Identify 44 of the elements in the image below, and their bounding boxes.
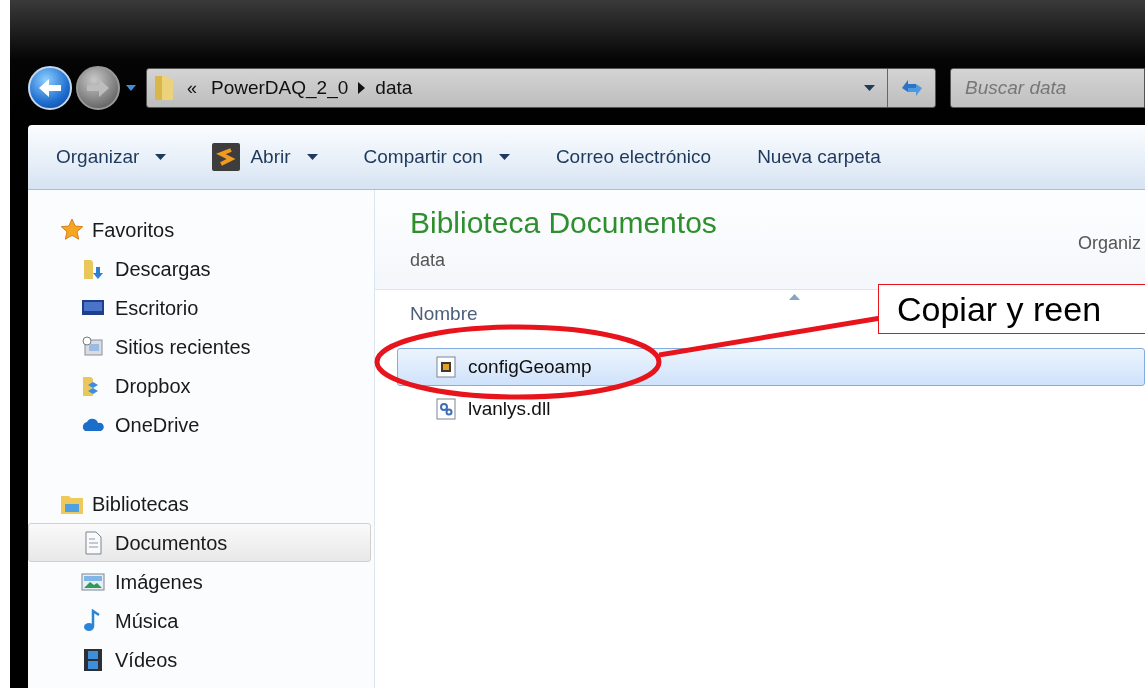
toolbar-button[interactable]: Compartir con bbox=[353, 142, 520, 172]
file-row[interactable]: configGeoamp bbox=[397, 348, 1145, 386]
breadcrumb-overflow[interactable]: « bbox=[187, 74, 197, 102]
nav-item[interactable]: Dropbox bbox=[28, 366, 371, 405]
breadcrumb-item[interactable]: PowerDAQ_2_0 bbox=[211, 73, 349, 103]
callout-text: Copiar y reen bbox=[897, 288, 1102, 330]
nav-item[interactable]: Descargas bbox=[28, 249, 371, 288]
arrange-by-label[interactable]: Organiz bbox=[1077, 230, 1141, 257]
column-header[interactable]: Nombre bbox=[375, 290, 800, 338]
dropdown-caret-icon bbox=[126, 85, 136, 91]
app-file-icon bbox=[436, 356, 456, 378]
forward-arrow-icon bbox=[86, 78, 110, 98]
dropdown-caret-icon bbox=[864, 85, 875, 91]
toolbar-button[interactable]: Correo electrónico bbox=[545, 142, 722, 172]
toolbar-button[interactable]: Abrir bbox=[202, 142, 328, 172]
gear-file-icon bbox=[436, 398, 456, 420]
back-button[interactable] bbox=[28, 66, 72, 110]
nav-item[interactable]: Documentos bbox=[28, 523, 371, 562]
toolbar-button[interactable]: Organizar bbox=[46, 142, 177, 172]
library-title: Biblioteca Documentos bbox=[410, 205, 717, 241]
recent-places-icon bbox=[81, 334, 105, 359]
library-subtitle: data bbox=[410, 249, 447, 272]
nav-item[interactable]: OneDrive bbox=[28, 405, 371, 444]
sort-ascending-icon bbox=[789, 294, 800, 300]
file-row[interactable]: lvanlys.dll bbox=[397, 390, 1145, 428]
app-icon bbox=[212, 143, 241, 171]
forward-button[interactable] bbox=[76, 66, 120, 110]
nav-group-header[interactable]: Favoritos bbox=[28, 210, 374, 249]
film-icon bbox=[81, 647, 105, 672]
nav-group-header[interactable]: Bibliotecas bbox=[28, 484, 374, 523]
nav-item[interactable]: Música bbox=[28, 601, 371, 640]
nav-item[interactable]: Imágenes bbox=[28, 562, 371, 601]
toolbar-button[interactable]: Nueva carpeta bbox=[747, 142, 891, 172]
nav-item[interactable]: Escritorio bbox=[28, 288, 371, 327]
search-field[interactable]: Buscar data bbox=[950, 68, 1145, 108]
back-arrow-icon bbox=[38, 78, 62, 98]
address-bar[interactable]: « PowerDAQ_2_0 data bbox=[146, 68, 936, 108]
folder-icon bbox=[153, 74, 175, 102]
refresh-icon bbox=[899, 78, 924, 98]
nav-item[interactable]: Sitios recientes bbox=[28, 327, 371, 366]
nav-item[interactable]: Vídeos bbox=[28, 640, 371, 679]
breadcrumb-arrow-icon bbox=[358, 82, 366, 94]
star-icon bbox=[60, 217, 84, 242]
breadcrumb-item[interactable]: data bbox=[375, 73, 413, 103]
